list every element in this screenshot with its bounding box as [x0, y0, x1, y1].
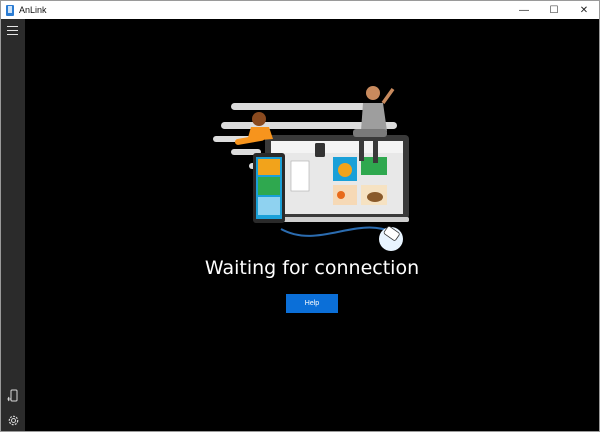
window-title: AnLink: [19, 5, 47, 15]
minimize-icon: —: [519, 4, 529, 16]
close-icon: ✕: [579, 4, 589, 16]
app-window: AnLink — ☐ ✕ Waiting for connection Help: [0, 0, 600, 432]
connection-illustration: [213, 86, 409, 251]
app-icon: [6, 4, 14, 16]
window-controls: — ☐ ✕: [509, 1, 599, 19]
minimize-button[interactable]: —: [509, 1, 539, 19]
close-button[interactable]: ✕: [569, 1, 599, 19]
sidebar: [1, 19, 25, 431]
maximize-button[interactable]: ☐: [539, 1, 569, 19]
title-bar[interactable]: AnLink — ☐ ✕: [1, 1, 599, 19]
phone-connect-icon[interactable]: [6, 389, 20, 403]
hamburger-icon[interactable]: [7, 26, 19, 36]
gear-icon[interactable]: [6, 413, 20, 427]
main-content: Waiting for connection Help: [25, 19, 599, 431]
connection-status: Waiting for connection: [204, 257, 420, 279]
maximize-icon: ☐: [549, 4, 559, 16]
help-button[interactable]: Help: [286, 294, 338, 313]
